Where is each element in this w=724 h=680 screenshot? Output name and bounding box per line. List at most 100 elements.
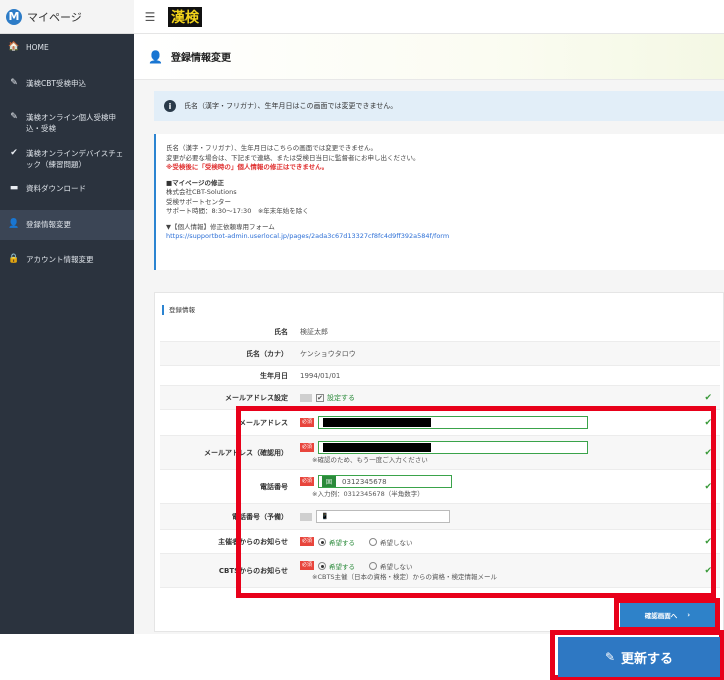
optional-badge	[300, 393, 312, 402]
hamburger-menu-icon[interactable]: ☰	[142, 10, 158, 24]
mail-confirm-label: メールアドレス（確認用）	[204, 448, 288, 457]
spare-phone-field[interactable]: 📱	[316, 510, 450, 523]
pencil-icon: ✎	[10, 78, 18, 88]
notice-heading: ■マイページの修正	[166, 178, 225, 187]
page-title: 登録情報変更	[170, 53, 231, 64]
valid-check-icon: ✔	[704, 536, 712, 547]
row-tel: 電話番号 必須 固 0312345678 ※入力例：0312345678（半角数…	[160, 470, 720, 504]
radio-no-label: 希望しない	[380, 538, 413, 547]
row-mail-setting: メールアドレス設定 ✔ 設定する ✔	[160, 386, 720, 410]
phone-hint: ※入力例：0312345678（半角数字）	[312, 490, 424, 498]
birth-label: 生年月日	[260, 371, 288, 380]
mail-setting-checkbox[interactable]: ✔	[316, 393, 324, 402]
kanken-logo[interactable]: 漢検	[168, 6, 202, 27]
notice-form-label: ▼【個人情報】修正依頼専用フォーム	[166, 222, 275, 231]
cbts-news-hint: ※CBTS主催（日本の資格・検定）からの資格・検定情報メール	[312, 572, 498, 581]
sidebar: M マイページ	[0, 0, 134, 634]
notice-line: 変更が必要な場合は、下記まで連絡、または受検日当日に監督者にお申し出ください。	[166, 153, 420, 162]
sidebar-item-label: アカウント情報変更	[26, 255, 94, 264]
sidebar-item-home[interactable]: 🏠 HOME	[0, 42, 134, 56]
kana-label: 氏名（カナ）	[246, 349, 288, 358]
chevron-right-icon: ›	[687, 611, 691, 619]
mail-label: メールアドレス	[239, 418, 288, 427]
phone-field[interactable]: 固 0312345678	[318, 475, 453, 488]
row-mail: メールアドレス 必須 ✔	[160, 410, 720, 436]
page-header: 👤 登録情報変更	[134, 34, 724, 80]
notice-box: 氏名（漢字・フリガナ）、生年月日はこちらの画面では変更できません。 変更が必要な…	[154, 134, 724, 270]
sidebar-item-label: 漢検オンラインデバイスチェック（練習問題）	[26, 149, 124, 169]
section-title: 登録情報	[162, 305, 195, 315]
cbts-news-yes-radio[interactable]	[318, 561, 327, 570]
tel2-label: 電話番号（予備）	[232, 512, 288, 521]
tel-label: 電話番号	[260, 482, 288, 491]
confirm-button-label: 確認画面へ	[644, 612, 678, 620]
required-badge: 必須	[300, 561, 315, 570]
radio-no-label: 希望しない	[380, 562, 413, 571]
sidebar-item-label: 漢検オンライン個人受検申込・受検	[26, 113, 116, 133]
valid-check-icon: ✔	[704, 447, 712, 458]
sidebar-item-account[interactable]: 🔒 アカウント情報変更	[0, 254, 134, 268]
check-icon: ✔	[10, 148, 18, 158]
confirm-button[interactable]: 確認画面へ ›	[620, 603, 715, 627]
valid-check-icon: ✔	[704, 392, 712, 403]
row-name: 氏名 検証太郎	[160, 322, 720, 342]
sidebar-item-downloads[interactable]: ▬ 資料ダウンロード	[0, 183, 134, 197]
valid-check-icon: ✔	[704, 481, 712, 492]
row-host-news: 主催者からのお知らせ 必須 希望する 希望しない ✔	[160, 530, 720, 554]
row-cbts-news: CBTSからのお知らせ 必須 希望する 希望しない ※CBTS主催（日本の資格・…	[160, 554, 720, 588]
alert-text: 氏名（漢字・フリガナ）、生年月日はこの画面では変更できません。	[184, 102, 398, 110]
sidebar-item-online-apply[interactable]: ✎ 漢検オンライン個人受検申込・受検	[0, 112, 134, 136]
valid-check-icon: ✔	[704, 565, 712, 576]
host-news-yes-radio[interactable]	[318, 537, 327, 546]
sidebar-brand[interactable]: M マイページ	[0, 0, 134, 34]
required-badge: 必須	[300, 477, 315, 486]
user-icon: 👤	[148, 49, 163, 64]
mobile-icon: 📱	[321, 513, 329, 520]
lock-icon: 🔒	[8, 254, 20, 264]
phone-value: 0312345678	[342, 477, 387, 486]
page-root: M マイページ 🏠 HOME ✎ 漢検CBT受検申込 ✎ 漢検オンライン個人受検…	[0, 0, 724, 680]
info-icon: i	[164, 100, 176, 112]
name-value: 検証太郎	[300, 327, 328, 336]
redacted-block	[323, 443, 432, 452]
sidebar-item-cbt-apply[interactable]: ✎ 漢検CBT受検申込	[0, 78, 134, 92]
user-icon: 👤	[8, 219, 20, 229]
alert-fade	[444, 91, 594, 121]
redacted-block	[323, 418, 432, 427]
birth-value: 1994/01/01	[300, 371, 341, 380]
host-news-no-radio[interactable]	[369, 537, 378, 546]
form-url-link[interactable]: https://supportbot-admin.userlocal.jp/pa…	[166, 232, 714, 242]
required-badge: 必須	[300, 443, 315, 452]
update-button[interactable]: ✎ 更新する	[558, 637, 720, 677]
sidebar-item-label: 登録情報変更	[26, 220, 71, 229]
notice-support: 受検サポートセンター	[166, 197, 231, 206]
sidebar-item-registration[interactable]: 👤 登録情報変更	[0, 210, 134, 240]
optional-badge	[300, 512, 312, 521]
sidebar-item-label: 資料ダウンロード	[26, 184, 86, 193]
required-badge: 必須	[300, 418, 315, 427]
pencil-icon: ✎	[10, 112, 18, 122]
valid-check-icon: ✔	[704, 417, 712, 428]
sidebar-item-label: HOME	[26, 43, 49, 52]
row-kana: 氏名（カナ） ケンショウタロウ	[160, 342, 720, 366]
mypage-label: マイページ	[27, 10, 82, 24]
landline-chip: 固	[322, 476, 337, 487]
edit-icon: ✎	[604, 650, 616, 664]
sidebar-item-label: 漢検CBT受検申込	[26, 79, 86, 88]
folder-icon: ▬	[9, 183, 19, 193]
radio-yes-label: 希望する	[329, 562, 356, 571]
host-news-label: 主催者からのお知らせ	[218, 537, 288, 546]
mail-confirm-hint: ※確認のため、もう一度ご入力ください	[312, 456, 428, 464]
required-badge: 必須	[300, 537, 315, 546]
email-confirm-field[interactable]	[318, 441, 589, 454]
home-icon: 🏠	[8, 42, 20, 52]
notice-company: 株式会社CBT-Solutions	[166, 188, 237, 196]
notice-warning: ※受検後に「受検時の」個人情報の修正はできません。	[166, 163, 329, 171]
cbts-news-label: CBTSからのお知らせ	[218, 566, 288, 575]
cbts-news-no-radio[interactable]	[369, 561, 378, 570]
sidebar-item-device-check[interactable]: ✔ 漢検オンラインデバイスチェック（練習問題）	[0, 148, 134, 172]
name-label: 氏名	[274, 327, 288, 336]
info-alert: i 氏名（漢字・フリガナ）、生年月日はこの画面では変更できません。	[154, 91, 724, 121]
email-field[interactable]	[318, 416, 589, 429]
top-header: ☰ 漢検	[134, 0, 724, 34]
